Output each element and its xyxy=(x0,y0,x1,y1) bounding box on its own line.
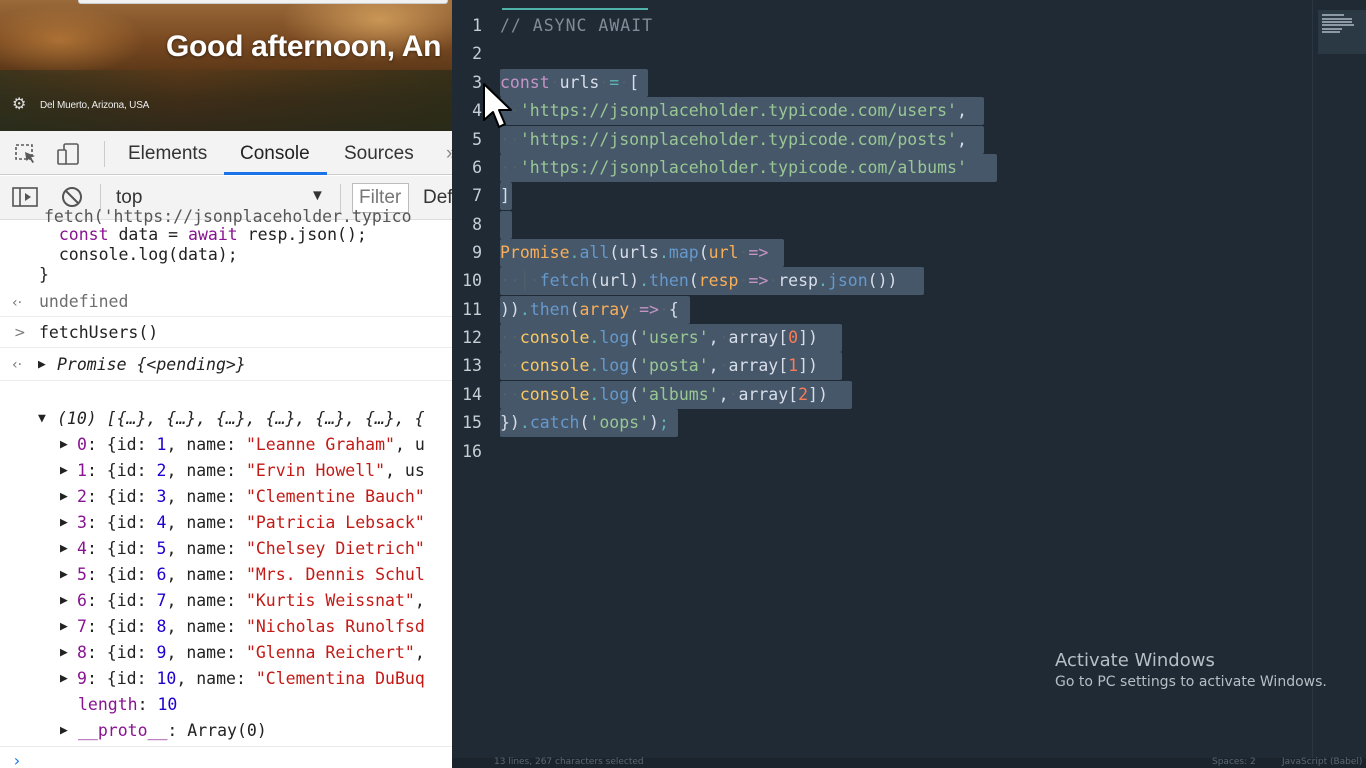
line-number: 3 xyxy=(472,73,482,92)
code-line[interactable]: ··console.log('users',·array[0]) xyxy=(500,324,818,352)
greeting-text: Good afternoon, An xyxy=(166,30,442,63)
divider xyxy=(104,141,105,167)
array-item[interactable]: 3: {id: 4, name: "Patricia Lebsack" xyxy=(77,512,425,534)
array-item[interactable]: 9: {id: 10, name: "Clementina DuBuq xyxy=(77,668,425,690)
line-number: 5 xyxy=(472,130,482,149)
browser-window: Good afternoon, An ⚙ Del Muerto, Arizona… xyxy=(0,0,452,768)
code-line[interactable]: ··'https://jsonplaceholder.typicode.com/… xyxy=(500,97,967,125)
result-arrow-icon: ‹· xyxy=(12,295,23,311)
code-line[interactable]: ··'https://jsonplaceholder.typicode.com/… xyxy=(500,126,967,154)
console-output: fetch('https://jsonplaceholder.typico co… xyxy=(0,207,452,768)
promise-result[interactable]: Promise {<pending>} xyxy=(57,354,246,376)
selection-status: 13 lines, 267 characters selected xyxy=(494,757,644,767)
selection-highlight xyxy=(500,211,512,239)
line-number: 2 xyxy=(472,44,482,63)
array-item[interactable]: 8: {id: 9, name: "Glenna Reichert", xyxy=(77,642,425,664)
line-number: 10 xyxy=(462,271,482,290)
collapse-triangle-icon[interactable]: ▼ xyxy=(38,408,46,430)
inspect-element-icon[interactable] xyxy=(14,143,38,165)
array-summary[interactable]: (10) [{…}, {…}, {…}, {…}, {…}, {…}, { xyxy=(57,408,425,430)
active-tab-indicator xyxy=(224,172,327,175)
array-item[interactable]: 5: {id: 6, name: "Mrs. Dennis Schul xyxy=(77,564,425,586)
line-number: 16 xyxy=(462,442,482,461)
indentation-status[interactable]: Spaces: 2 xyxy=(1212,757,1256,767)
address-bar[interactable] xyxy=(78,0,448,4)
active-file-tab-indicator xyxy=(502,8,648,10)
line-number: 8 xyxy=(472,215,482,234)
code-editor[interactable]: 1 2 3 4 5 6 7 8 9 10 11 12 13 14 15 16 // ASYNC AWAIT c… xyxy=(452,0,1366,768)
expand-triangle-icon[interactable]: ▶ xyxy=(38,354,46,376)
console-code-line: const data = await resp.json(); xyxy=(39,225,367,244)
tab-sources[interactable]: Sources xyxy=(344,143,414,165)
line-number: 12 xyxy=(462,328,482,347)
dropdown-arrow-icon[interactable]: ▼ xyxy=(310,187,325,204)
array-item[interactable]: 7: {id: 8, name: "Nicholas Runolfsd xyxy=(77,616,425,638)
line-number: 7 xyxy=(472,186,482,205)
array-length: length: 10 xyxy=(78,695,178,714)
divider xyxy=(0,746,452,747)
code-line[interactable]: ··console.log('posta',·array[1]) xyxy=(500,352,818,380)
mouse-cursor-icon xyxy=(483,83,512,128)
line-number: 6 xyxy=(472,158,482,177)
minimap[interactable] xyxy=(1318,10,1366,54)
line-number: 4 xyxy=(472,101,482,120)
expand-triangle-icon[interactable]: ▶ xyxy=(60,668,68,690)
console-result: undefined xyxy=(39,292,129,311)
array-item[interactable]: 2: {id: 3, name: "Clementine Bauch" xyxy=(77,486,425,508)
array-item[interactable]: 4: {id: 5, name: "Chelsey Dietrich" xyxy=(77,538,425,560)
expand-triangle-icon[interactable]: ▶ xyxy=(60,564,68,586)
array-item[interactable]: 6: {id: 7, name: "Kurtis Weissnat", xyxy=(77,590,425,612)
activate-subtitle: Go to PC settings to activate Windows. xyxy=(1055,674,1327,690)
expand-triangle-icon[interactable]: ▶ xyxy=(60,720,68,742)
array-item[interactable]: 1: {id: 2, name: "Ervin Howell", us xyxy=(77,460,425,482)
code-line[interactable]: const·urls·=·[ xyxy=(500,69,639,97)
code-line[interactable]: ··'https://jsonplaceholder.typicode.com/… xyxy=(500,154,967,182)
tab-elements[interactable]: Elements xyxy=(128,143,207,165)
array-item[interactable]: 0: {id: 1, name: "Leanne Graham", u xyxy=(77,434,425,456)
expand-triangle-icon[interactable]: ▶ xyxy=(60,538,68,560)
line-number: 1 xyxy=(472,16,482,35)
sidebar-toggle-icon[interactable] xyxy=(12,186,38,208)
gear-icon[interactable]: ⚙ xyxy=(12,96,30,114)
result-arrow-icon: ‹· xyxy=(12,357,23,373)
code-line[interactable]: ] xyxy=(500,182,510,210)
input-prompt-icon: > xyxy=(14,325,26,341)
expand-triangle-icon[interactable]: ▶ xyxy=(60,616,68,638)
line-number: 14 xyxy=(462,385,482,404)
code-line[interactable]: // ASYNC AWAIT xyxy=(500,12,653,40)
expand-triangle-icon[interactable]: ▶ xyxy=(60,460,68,482)
syntax-status[interactable]: JavaScript (Babel) xyxy=(1282,757,1362,767)
code-line[interactable]: ··│·fetch(url).then(resp·=>·resp.json()) xyxy=(500,267,897,295)
expand-triangle-icon[interactable]: ▶ xyxy=(60,434,68,456)
expand-triangle-icon[interactable]: ▶ xyxy=(60,486,68,508)
line-number: 9 xyxy=(472,243,482,262)
divider xyxy=(0,380,452,381)
device-toolbar-icon[interactable] xyxy=(56,143,80,165)
line-number: 11 xyxy=(462,300,482,319)
code-line[interactable]: }).catch('oops'); xyxy=(500,409,669,437)
code-line[interactable]: )).then(array·=>·{ xyxy=(500,296,679,324)
divider xyxy=(0,316,452,317)
console-code-line: } xyxy=(39,265,49,284)
photo-location[interactable]: Del Muerto, Arizona, USA xyxy=(40,100,149,111)
code-line[interactable]: ··console.log('albums',·array[2]) xyxy=(500,381,828,409)
expand-triangle-icon[interactable]: ▶ xyxy=(60,590,68,612)
code-line[interactable]: Promise.all(urls.map(url·=> xyxy=(500,239,768,267)
line-number: 15 xyxy=(462,413,482,432)
console-code-line: console.log(data); xyxy=(39,245,238,264)
line-number: 13 xyxy=(462,356,482,375)
activate-title: Activate Windows xyxy=(1055,650,1215,671)
activate-windows-watermark: Activate Windows Go to PC settings to ac… xyxy=(1055,650,1327,690)
expand-triangle-icon[interactable]: ▶ xyxy=(60,642,68,664)
array-proto[interactable]: __proto__: Array(0) xyxy=(78,720,267,742)
log-levels-dropdown[interactable]: Def xyxy=(423,187,452,209)
tab-console[interactable]: Console xyxy=(240,143,310,165)
expand-triangle-icon[interactable]: ▶ xyxy=(60,512,68,534)
devtools-tabbar: Elements Console Sources » xyxy=(0,131,452,175)
console-prompt-icon[interactable]: › xyxy=(12,750,22,768)
divider xyxy=(0,347,452,348)
new-tab-background: Good afternoon, An ⚙ Del Muerto, Arizona… xyxy=(0,0,452,131)
status-bar: 13 lines, 267 characters selected Spaces… xyxy=(452,757,1366,768)
console-input: fetchUsers() xyxy=(39,323,159,342)
